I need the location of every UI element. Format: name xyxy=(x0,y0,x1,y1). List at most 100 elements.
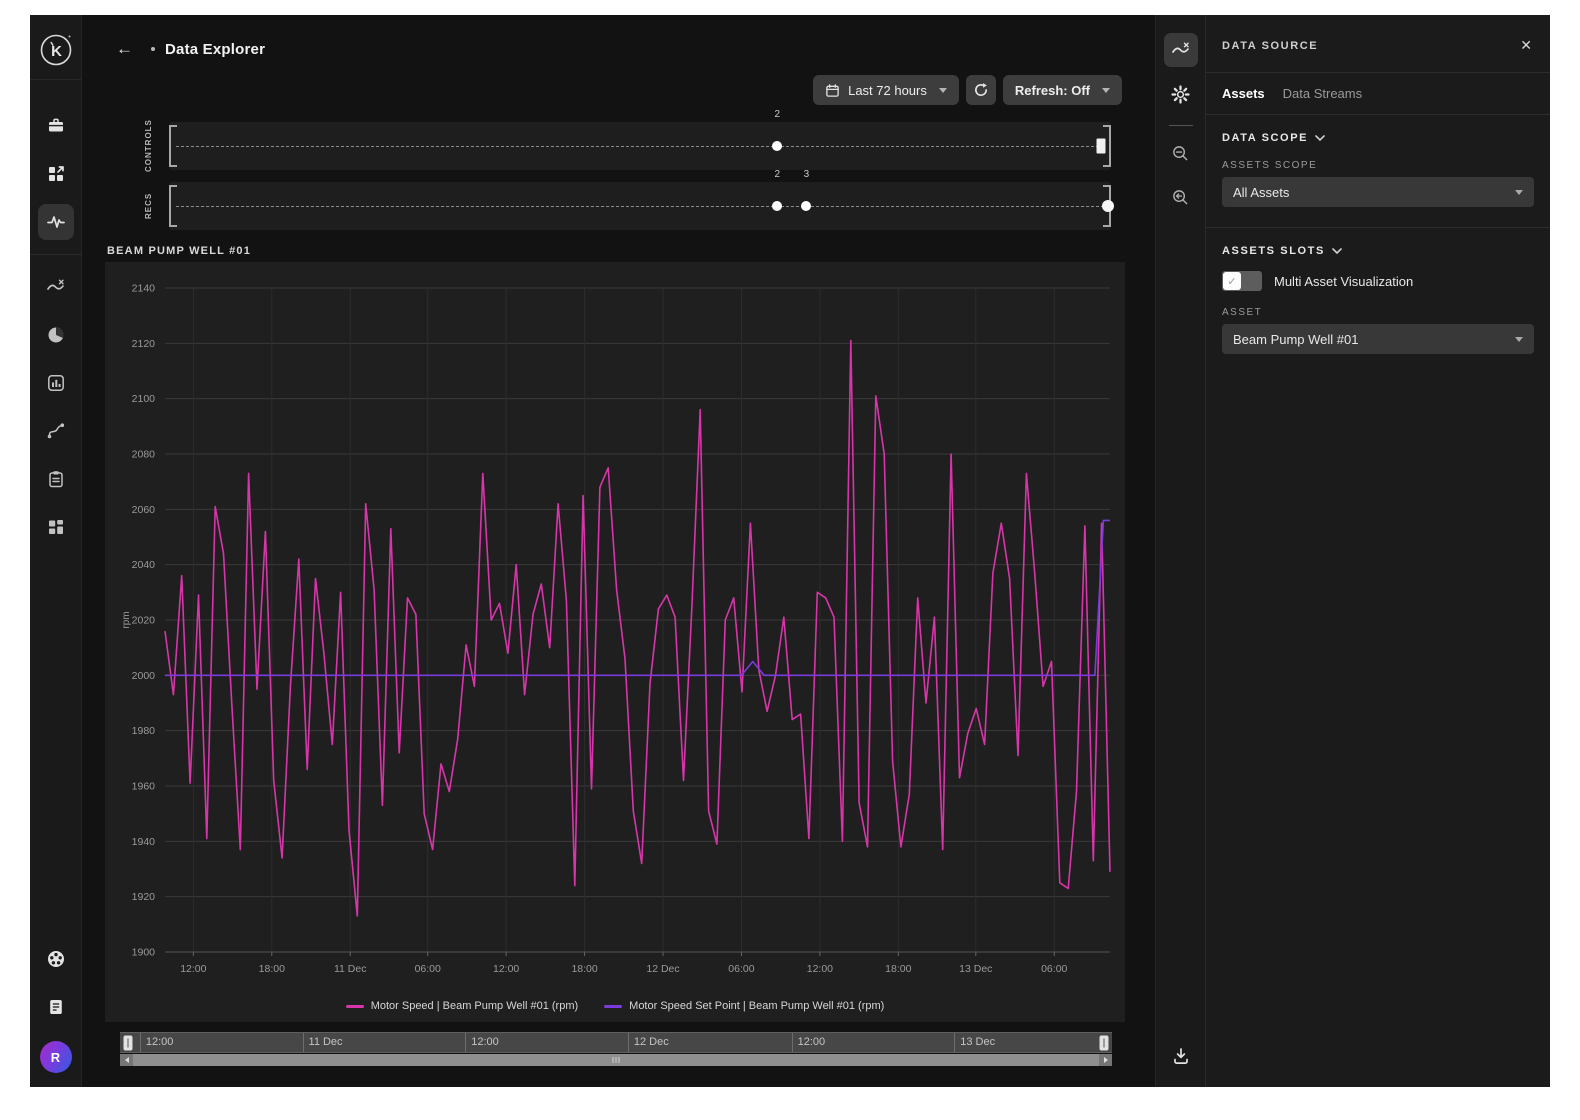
controls-track-label: CONTROLS xyxy=(144,122,153,170)
recs-track[interactable]: RECS 23 xyxy=(170,182,1110,230)
set-point-swatch xyxy=(604,1005,622,1008)
y-tick-label: 1960 xyxy=(132,781,156,793)
pulse-icon xyxy=(46,212,66,232)
blocks-icon xyxy=(46,517,66,537)
sidebar-item-dashboards[interactable] xyxy=(38,156,74,192)
sidebar-item-trends[interactable] xyxy=(38,269,74,305)
bar-chart-icon xyxy=(46,373,66,393)
chart-panel[interactable]: 1900192019401960198020002020204020602080… xyxy=(105,262,1125,1022)
refresh-button[interactable] xyxy=(966,75,996,105)
tab-assets[interactable]: Assets xyxy=(1222,86,1265,101)
brush-handle-right[interactable] xyxy=(1100,1035,1109,1050)
y-tick-label: 1900 xyxy=(132,947,156,959)
tab-data-streams[interactable]: Data Streams xyxy=(1283,86,1362,101)
page-header: ← Data Explorer xyxy=(82,37,265,61)
y-tick-label: 1940 xyxy=(132,836,156,848)
y-tick-label: 2080 xyxy=(132,449,156,461)
legend-label: Motor Speed Set Point | Beam Pump Well #… xyxy=(629,1000,884,1012)
recs-track-label: RECS xyxy=(144,182,153,230)
sidebar-item-support[interactable] xyxy=(38,941,74,977)
sidebar-item-workflows[interactable] xyxy=(38,413,74,449)
assets-scope-select[interactable]: All Assets xyxy=(1222,177,1534,207)
sidebar-item-toolbox[interactable] xyxy=(38,108,74,144)
sidebar-divider xyxy=(30,254,82,255)
refresh-mode-button[interactable]: Refresh: Off xyxy=(1003,75,1122,105)
band-time-label: 12:00 xyxy=(471,1036,499,1048)
svg-text:K: K xyxy=(51,43,62,60)
track-dashed-line xyxy=(176,206,1104,207)
y-tick-label: 2140 xyxy=(132,283,156,295)
track-marker-dot[interactable] xyxy=(801,201,811,211)
time-range-button[interactable]: Last 72 hours xyxy=(813,75,959,105)
zoom-reset-button[interactable] xyxy=(1164,180,1198,214)
sidebar-item-apps[interactable] xyxy=(38,509,74,545)
download-button[interactable] xyxy=(1164,1039,1198,1073)
user-avatar[interactable]: R xyxy=(40,1041,72,1073)
chart-settings-button[interactable] xyxy=(1164,77,1198,111)
download-icon xyxy=(1171,1046,1191,1066)
chart-legend: Motor Speed | Beam Pump Well #01 (rpm) M… xyxy=(105,1000,1125,1012)
sidebar-item-time-charts[interactable] xyxy=(38,317,74,353)
scrollbar-thumb[interactable] xyxy=(133,1054,1099,1066)
controls-track[interactable]: CONTROLS 2 xyxy=(170,122,1110,170)
assets-slots-title: ASSETS SLOTS xyxy=(1222,245,1325,257)
set-point-line[interactable] xyxy=(165,520,1110,675)
kelvin-logo-icon: K xyxy=(39,33,73,67)
time-toolbar: Last 72 hours Refresh: Off xyxy=(813,75,1122,105)
close-icon[interactable]: ✕ xyxy=(1520,37,1532,54)
track-marker-count: 2 xyxy=(774,109,780,120)
sidebar-item-tasks[interactable] xyxy=(38,461,74,497)
time-brush-band[interactable]: 12:0011 Dec12:0012 Dec12:0013 Dec xyxy=(120,1032,1112,1053)
y-tick-label: 2020 xyxy=(132,615,156,627)
track-marker-dot[interactable] xyxy=(772,141,782,151)
x-tick-label: 06:00 xyxy=(728,963,754,975)
x-tick-label: 06:00 xyxy=(1041,963,1067,975)
band-time-label: 11 Dec xyxy=(309,1036,343,1048)
back-button[interactable]: ← xyxy=(116,39,133,59)
sidebar-item-data-explorer[interactable] xyxy=(38,204,74,240)
toggle-check-icon: ✓ xyxy=(1223,272,1241,290)
y-tick-label: 2000 xyxy=(132,670,156,682)
toolbox-icon xyxy=(46,116,66,136)
scroll-left-arrow[interactable] xyxy=(120,1054,133,1066)
multi-asset-toggle[interactable]: ✓ xyxy=(1222,271,1262,291)
x-tick-label: 06:00 xyxy=(415,963,441,975)
band-time-label: 12:00 xyxy=(146,1036,174,1048)
y-tick-label: 1980 xyxy=(132,725,156,737)
scroll-right-arrow[interactable] xyxy=(1099,1054,1112,1066)
motor-speed-line[interactable] xyxy=(165,341,1110,916)
y-tick-label: 2100 xyxy=(132,393,156,405)
legend-item-motor-speed[interactable]: Motor Speed | Beam Pump Well #01 (rpm) xyxy=(346,1000,578,1012)
wheel-icon xyxy=(46,949,66,969)
horizontal-scrollbar[interactable] xyxy=(120,1054,1112,1066)
motor-speed-swatch xyxy=(346,1005,364,1008)
legend-item-set-point[interactable]: Motor Speed Set Point | Beam Pump Well #… xyxy=(604,1000,884,1012)
track-marker-dot[interactable] xyxy=(772,201,782,211)
zoom-out-icon xyxy=(1171,144,1190,163)
x-tick-label: 18:00 xyxy=(571,963,597,975)
data-scope-section-header[interactable]: DATA SCOPE xyxy=(1206,115,1550,144)
sidebar-item-docs[interactable] xyxy=(38,989,74,1025)
assets-slots-section-header[interactable]: ASSETS SLOTS xyxy=(1206,228,1550,257)
sidebar-item-bar-charts[interactable] xyxy=(38,365,74,401)
asset-label: ASSET xyxy=(1206,291,1550,324)
panel-title: DATA SOURCE xyxy=(1222,40,1318,52)
workflow-icon xyxy=(46,421,66,441)
trend-tool-button[interactable] xyxy=(1164,33,1198,67)
time-range-label: Last 72 hours xyxy=(848,83,927,98)
asset-select[interactable]: Beam Pump Well #01 xyxy=(1222,324,1534,354)
timeseries-chart[interactable]: 1900192019401960198020002020204020602080… xyxy=(105,262,1125,984)
track-end-marker[interactable] xyxy=(1102,200,1114,212)
y-axis-title: rpm xyxy=(121,611,132,628)
chart-tools-strip xyxy=(1155,15,1205,1087)
chevron-down-icon xyxy=(1332,248,1342,255)
app-window: K xyxy=(30,15,1550,1087)
zoom-out-button[interactable] xyxy=(1164,136,1198,170)
app-logo[interactable]: K xyxy=(30,15,81,80)
track-end-marker[interactable] xyxy=(1097,139,1106,154)
x-tick-label: 18:00 xyxy=(259,963,285,975)
brush-handle-left[interactable] xyxy=(123,1035,132,1050)
band-separator xyxy=(792,1033,793,1052)
caret-down-icon xyxy=(939,88,947,93)
x-tick-label: 12:00 xyxy=(493,963,519,975)
